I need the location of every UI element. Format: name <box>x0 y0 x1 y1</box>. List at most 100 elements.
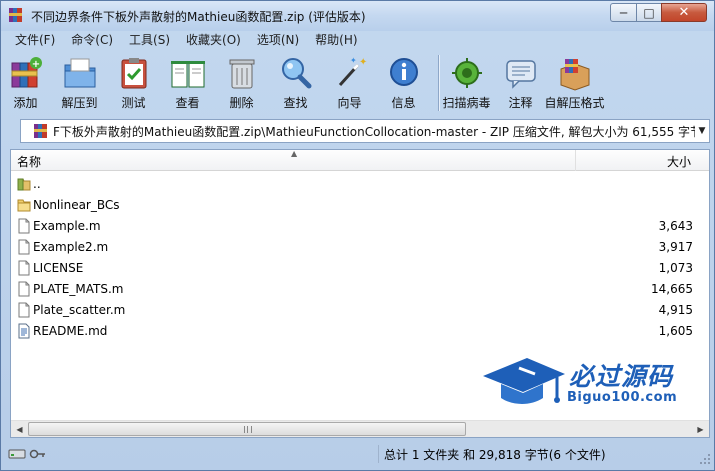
file-name: PLATE_MATS.m <box>33 282 124 296</box>
menu-file[interactable]: 文件(F) <box>6 30 62 50</box>
wizard-wand-icon: ✦ ✦ <box>338 56 367 87</box>
close-button[interactable]: ✕ <box>661 3 707 22</box>
file-name: Example.m <box>33 219 101 233</box>
toolbar-info-button[interactable]: 信息 <box>384 51 423 115</box>
toolbar-view-button[interactable]: 查看 <box>168 51 207 115</box>
file-icon <box>18 260 30 276</box>
parent-folder-icon <box>17 178 31 191</box>
file-list[interactable]: 名称 ▲ 大小 .. Nonlinear_BCs Example.m 3,643 Exa… <box>10 149 710 438</box>
toolbar-extract-button[interactable]: 解压到 <box>60 51 99 115</box>
scroll-left-icon[interactable]: ◀ <box>11 421 28 437</box>
toolbar-find-button[interactable]: 查找 <box>276 51 315 115</box>
minimize-icon: ─ <box>619 5 628 20</box>
svg-text:✦: ✦ <box>350 56 357 65</box>
toolbar-add-label: 添加 <box>13 96 38 110</box>
table-row[interactable]: .. <box>11 174 709 195</box>
address-bar[interactable]: F下板外声散射的Mathieu函数配置.zip\MathieuFunctionC… <box>20 119 710 143</box>
toolbar-wizard-button[interactable]: ✦ ✦ 向导 <box>330 51 369 115</box>
sfx-box-icon <box>560 59 589 91</box>
toolbar-view-label: 查看 <box>175 96 200 110</box>
info-icon <box>389 58 418 86</box>
folder-icon <box>17 199 31 212</box>
menu-tools[interactable]: 工具(S) <box>120 30 177 50</box>
winrar-window: 不同边界条件下板外声散射的Mathieu函数配置.zip (评估版本) ─ □ … <box>0 0 715 471</box>
file-icon <box>18 281 30 297</box>
table-row[interactable]: Plate_scatter.m 4,915 <box>11 300 709 321</box>
close-icon: ✕ <box>678 5 690 20</box>
drive-icon[interactable] <box>8 447 26 461</box>
column-name-header[interactable]: 名称 <box>17 153 41 170</box>
table-row[interactable]: PLATE_MATS.m 14,665 <box>11 279 709 300</box>
file-name: .. <box>33 177 41 191</box>
key-icon[interactable] <box>29 447 47 461</box>
horizontal-scrollbar[interactable]: ◀ ▶ <box>11 420 709 437</box>
toolbar-sfx-button[interactable]: 自解压格式 <box>545 51 605 115</box>
table-row[interactable]: Example2.m 3,917 <box>11 237 709 258</box>
table-row[interactable]: Example.m 3,643 <box>11 216 709 237</box>
file-name: Nonlinear_BCs <box>33 198 120 212</box>
comment-icon <box>505 60 536 89</box>
toolbar-delete-button[interactable]: 删除 <box>222 51 261 115</box>
menu-favorites[interactable]: 收藏夹(O) <box>177 30 248 50</box>
toolbar-test-button[interactable]: 测试 <box>114 51 153 115</box>
toolbar-separator <box>438 55 439 111</box>
winrar-app-icon[interactable] <box>8 7 24 23</box>
file-rows: .. Nonlinear_BCs Example.m 3,643 Example2.m 3… <box>11 174 709 342</box>
minimize-button[interactable]: ─ <box>610 3 637 22</box>
toolbar-comment-label: 注释 <box>508 96 533 110</box>
column-header: 名称 ▲ 大小 <box>11 150 709 171</box>
toolbar-test-label: 测试 <box>121 96 146 110</box>
status-divider <box>378 445 379 463</box>
toolbar-sfx-label: 自解压格式 <box>544 96 605 110</box>
window-title: 不同边界条件下板外声散射的Mathieu函数配置.zip (评估版本) <box>31 10 366 24</box>
toolbar-find-label: 查找 <box>283 96 308 110</box>
view-book-icon <box>170 61 205 88</box>
toolbar-add-button[interactable]: + 添加 <box>6 51 45 115</box>
resize-grip-icon[interactable] <box>699 453 711 465</box>
file-size: 1,073 <box>658 261 693 275</box>
toolbar-extract-label: 解压到 <box>61 96 98 110</box>
menu-commands[interactable]: 命令(C) <box>62 30 120 50</box>
toolbar-virus-scan-button[interactable]: 扫描病毒 <box>443 51 491 115</box>
scrollbar-thumb[interactable] <box>28 422 466 436</box>
title-bar[interactable]: 不同边界条件下板外声散射的Mathieu函数配置.zip (评估版本) ─ □ … <box>1 1 714 31</box>
menu-options[interactable]: 选项(N) <box>248 30 306 50</box>
watermark-url: Biguo100.com <box>567 390 678 405</box>
maximize-icon: □ <box>643 5 655 20</box>
extract-folder-icon <box>64 58 95 88</box>
file-name: README.md <box>33 324 108 338</box>
chevron-down-icon[interactable]: ▼ <box>695 126 709 136</box>
file-name: LICENSE <box>33 261 84 275</box>
toolbar-virus-scan-label: 扫描病毒 <box>442 96 491 110</box>
file-icon <box>18 239 30 255</box>
table-row[interactable]: LICENSE 1,073 <box>11 258 709 279</box>
watermark-title: 必过源码 <box>569 362 674 391</box>
maximize-button[interactable]: □ <box>636 3 662 22</box>
column-divider[interactable] <box>575 150 576 171</box>
toolbar-comment-button[interactable]: 注释 <box>501 51 540 115</box>
magnifier-icon <box>281 58 311 89</box>
toolbar-delete-label: 删除 <box>229 96 254 110</box>
scroll-right-icon[interactable]: ▶ <box>692 421 709 437</box>
table-row[interactable]: Nonlinear_BCs <box>11 195 709 216</box>
svg-text:+: + <box>31 59 39 70</box>
menu-help[interactable]: 帮助(H) <box>306 30 364 50</box>
address-path: F下板外声散射的Mathieu函数配置.zip\MathieuFunctionC… <box>53 124 695 139</box>
table-row[interactable]: README.md 1,605 <box>11 321 709 342</box>
text-document-icon <box>18 323 30 339</box>
file-size: 14,665 <box>651 282 693 296</box>
file-size: 3,643 <box>658 219 693 233</box>
toolbar-wizard-label: 向导 <box>337 96 362 110</box>
test-clipboard-icon <box>121 58 146 89</box>
archive-icon <box>34 124 47 138</box>
file-size: 4,915 <box>658 303 693 317</box>
watermark: 必过源码 Biguo100.com <box>479 354 689 416</box>
toolbar-info-label: 信息 <box>391 96 416 110</box>
column-size-header[interactable]: 大小 <box>667 153 691 170</box>
svg-text:✦: ✦ <box>359 57 367 68</box>
file-icon <box>18 302 30 318</box>
trash-icon <box>229 59 254 89</box>
graduation-cap-icon <box>483 358 565 404</box>
file-size: 1,605 <box>658 324 693 338</box>
sort-ascending-icon: ▲ <box>291 149 298 158</box>
